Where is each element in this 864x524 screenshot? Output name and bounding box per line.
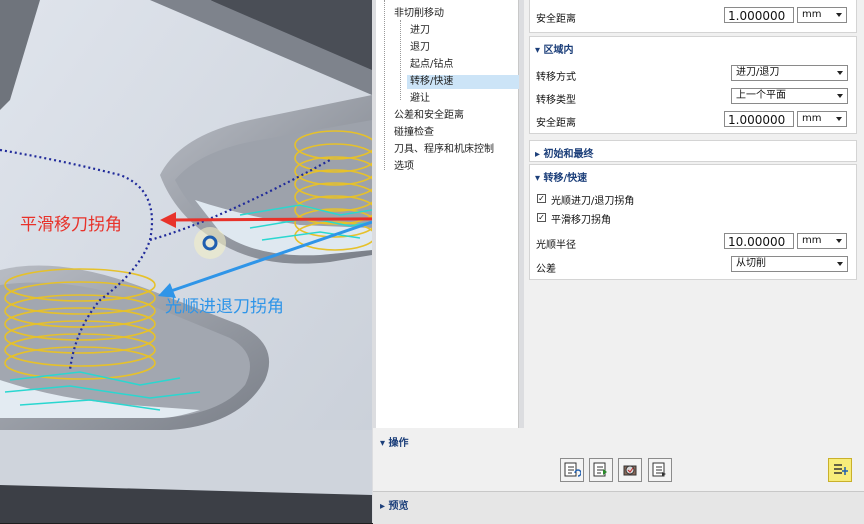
tree-item-tolerance-safe-distance[interactable]: 公差和安全距离 bbox=[394, 109, 464, 123]
smooth-radius-label: 光顺半径 bbox=[536, 240, 576, 251]
verify-icon bbox=[623, 465, 637, 476]
transfer-type-select[interactable]: 上一个平面 bbox=[731, 88, 848, 104]
tree-item-start-drill-points[interactable]: 起点/钻点 bbox=[410, 58, 453, 72]
tree-item-options[interactable]: 选项 bbox=[394, 160, 414, 174]
tree-item-non-cutting-moves[interactable]: 非切削移动 bbox=[394, 7, 444, 21]
smooth-radius-unit-select[interactable]: mm bbox=[797, 233, 847, 249]
operations-header[interactable]: ▾ 操作 bbox=[380, 434, 409, 449]
safe-distance-unit-select[interactable]: mm bbox=[797, 111, 847, 127]
tree-item-transfer-rapid[interactable]: 转移/快速 bbox=[407, 75, 519, 89]
smooth-transfer-label: 平滑移刀拐角 bbox=[551, 215, 611, 226]
transfer-method-label: 转移方式 bbox=[536, 72, 576, 83]
toolpath-scene bbox=[0, 0, 372, 523]
replay-icon bbox=[593, 462, 607, 477]
preview-header[interactable]: ▸ 预览 bbox=[380, 497, 409, 512]
safe-distance-input[interactable]: 1.000000 bbox=[724, 111, 794, 127]
verify-button[interactable] bbox=[618, 458, 642, 482]
transfer-rapid-header[interactable]: ▾ 转移/快速 bbox=[535, 169, 587, 184]
list-icon bbox=[652, 462, 666, 477]
assign-button[interactable] bbox=[828, 458, 852, 482]
assign-icon bbox=[834, 464, 848, 475]
transfer-type-label: 转移类型 bbox=[536, 95, 576, 106]
tree-item-retract[interactable]: 退刀 bbox=[410, 41, 430, 55]
transfer-method-select[interactable]: 进刀/退刀 bbox=[731, 65, 848, 81]
tree-item-collision-check[interactable]: 碰撞检查 bbox=[394, 126, 434, 140]
smooth-transfer-checkbox[interactable]: ✓ bbox=[537, 213, 546, 222]
safe-distance-label: 安全距离 bbox=[536, 118, 576, 129]
safe-distance-input-top[interactable]: 1.000000 bbox=[724, 7, 794, 23]
category-tree: 非切削移动 进刀 退刀 起点/钻点 转移/快速 避让 公差和安全距离 碰撞检查 … bbox=[376, 0, 519, 428]
list-button[interactable] bbox=[648, 458, 672, 482]
tree-item-engage[interactable]: 进刀 bbox=[410, 24, 430, 38]
tree-item-tool-program-machine[interactable]: 刀具、程序和机床控制 bbox=[394, 143, 494, 157]
tolerance-label: 公差 bbox=[536, 264, 556, 275]
tree-item-avoidance[interactable]: 避让 bbox=[410, 92, 430, 106]
tolerance-select[interactable]: 从切削 bbox=[731, 256, 848, 272]
preview-section bbox=[373, 491, 864, 524]
safe-distance-unit-top[interactable]: mm bbox=[797, 7, 847, 23]
safe-distance-label-top: 安全距离 bbox=[536, 14, 576, 25]
smooth-engage-retract-corner-annotation: 光顺进退刀拐角 bbox=[165, 297, 284, 317]
smooth-engage-retract-checkbox[interactable]: ✓ bbox=[537, 194, 546, 203]
within-region-header[interactable]: ▾ 区域内 bbox=[535, 41, 574, 56]
graphics-viewport[interactable]: 平滑移刀拐角 光顺进退刀拐角 bbox=[0, 0, 372, 523]
smooth-radius-input[interactable]: 10.00000 bbox=[724, 233, 794, 249]
smooth-engage-retract-label: 光顺进刀/退刀拐角 bbox=[551, 196, 635, 207]
replay-button[interactable] bbox=[589, 458, 613, 482]
generate-button[interactable] bbox=[560, 458, 584, 482]
initial-final-header[interactable]: ▸ 初始和最终 bbox=[535, 145, 594, 160]
generate-icon bbox=[564, 462, 581, 477]
smooth-transfer-corner-annotation: 平滑移刀拐角 bbox=[20, 215, 122, 235]
